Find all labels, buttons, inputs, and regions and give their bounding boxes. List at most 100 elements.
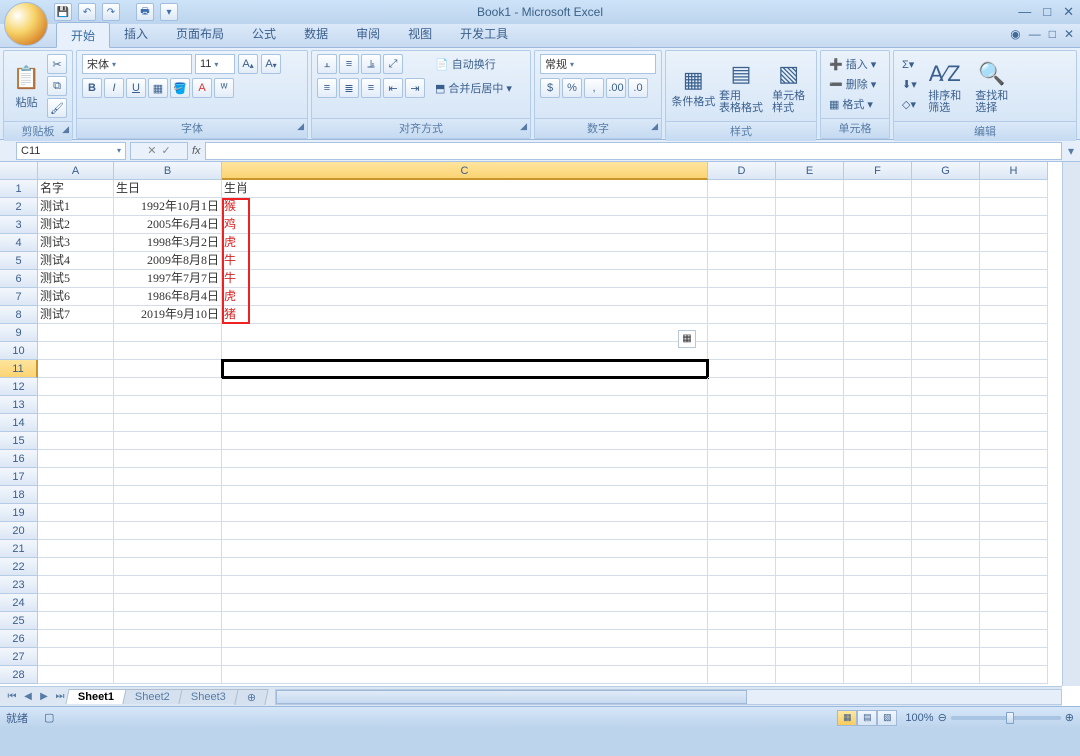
cell-F19[interactable] xyxy=(844,504,912,522)
cell-G15[interactable] xyxy=(912,432,980,450)
formula-input[interactable] xyxy=(205,142,1062,160)
qat-more-icon[interactable]: ▾ xyxy=(160,3,178,21)
cell-A8[interactable]: 测试7 xyxy=(38,306,114,324)
row-header-9[interactable]: 9 xyxy=(0,324,38,342)
cut-button[interactable]: ✂ xyxy=(47,54,67,74)
cell-C25[interactable] xyxy=(222,612,708,630)
cell-area[interactable]: 名字生日生肖测试11992年10月1日猴测试22005年6月4日鸡测试31998… xyxy=(38,180,1062,686)
cell-A25[interactable] xyxy=(38,612,114,630)
smart-tag-icon[interactable]: ▦ xyxy=(678,330,696,348)
row-header-21[interactable]: 21 xyxy=(0,540,38,558)
launcher-icon[interactable]: ◢ xyxy=(62,124,69,135)
cell-E20[interactable] xyxy=(776,522,844,540)
cell-A28[interactable] xyxy=(38,666,114,684)
col-header-H[interactable]: H xyxy=(980,162,1048,180)
cell-C11[interactable] xyxy=(222,360,708,378)
align-middle-button[interactable]: ≡ xyxy=(339,54,359,74)
row-header-8[interactable]: 8 xyxy=(0,306,38,324)
cell-D20[interactable] xyxy=(708,522,776,540)
cell-B2[interactable]: 1992年10月1日 xyxy=(114,198,222,216)
cell-G7[interactable] xyxy=(912,288,980,306)
format-cells-button[interactable]: ▦格式▾ xyxy=(826,94,876,114)
increase-font-button[interactable]: A▴ xyxy=(238,54,258,74)
cell-C23[interactable] xyxy=(222,576,708,594)
cell-D5[interactable] xyxy=(708,252,776,270)
phonetic-button[interactable]: ᵂ xyxy=(214,78,234,98)
cell-B11[interactable] xyxy=(114,360,222,378)
cell-B21[interactable] xyxy=(114,540,222,558)
cell-A10[interactable] xyxy=(38,342,114,360)
col-header-D[interactable]: D xyxy=(708,162,776,180)
cell-F18[interactable] xyxy=(844,486,912,504)
cell-H28[interactable] xyxy=(980,666,1048,684)
cell-C19[interactable] xyxy=(222,504,708,522)
cell-B15[interactable] xyxy=(114,432,222,450)
cell-C17[interactable] xyxy=(222,468,708,486)
cell-A11[interactable] xyxy=(38,360,114,378)
cell-E12[interactable] xyxy=(776,378,844,396)
format-painter-button[interactable]: 🖌 xyxy=(47,98,67,118)
launcher-icon[interactable]: ◢ xyxy=(297,121,304,132)
row-header-4[interactable]: 4 xyxy=(0,234,38,252)
cell-E7[interactable] xyxy=(776,288,844,306)
cell-C7[interactable]: 虎 xyxy=(222,288,708,306)
cell-H27[interactable] xyxy=(980,648,1048,666)
cell-D16[interactable] xyxy=(708,450,776,468)
cell-F9[interactable] xyxy=(844,324,912,342)
font-color-button[interactable]: A xyxy=(192,78,212,98)
cell-E16[interactable] xyxy=(776,450,844,468)
cell-D6[interactable] xyxy=(708,270,776,288)
cell-B5[interactable]: 2009年8月8日 xyxy=(114,252,222,270)
cell-H14[interactable] xyxy=(980,414,1048,432)
cell-B14[interactable] xyxy=(114,414,222,432)
cell-E13[interactable] xyxy=(776,396,844,414)
cell-D13[interactable] xyxy=(708,396,776,414)
autosum-button[interactable]: Σ▾ xyxy=(899,54,920,74)
cell-H11[interactable] xyxy=(980,360,1048,378)
cell-H7[interactable] xyxy=(980,288,1048,306)
cell-D17[interactable] xyxy=(708,468,776,486)
spreadsheet-grid[interactable]: ABCDEFGH 1234567891011121314151617181920… xyxy=(0,162,1080,706)
row-header-27[interactable]: 27 xyxy=(0,648,38,666)
cell-H4[interactable] xyxy=(980,234,1048,252)
row-header-26[interactable]: 26 xyxy=(0,630,38,648)
cell-E9[interactable] xyxy=(776,324,844,342)
cell-C24[interactable] xyxy=(222,594,708,612)
cell-H2[interactable] xyxy=(980,198,1048,216)
cell-B25[interactable] xyxy=(114,612,222,630)
cell-A5[interactable]: 测试4 xyxy=(38,252,114,270)
cell-G21[interactable] xyxy=(912,540,980,558)
cell-B18[interactable] xyxy=(114,486,222,504)
cell-G8[interactable] xyxy=(912,306,980,324)
find-select-button[interactable]: 🔍 查找和 选择 xyxy=(970,54,1014,118)
cell-C26[interactable] xyxy=(222,630,708,648)
cell-F21[interactable] xyxy=(844,540,912,558)
cell-D2[interactable] xyxy=(708,198,776,216)
cell-A22[interactable] xyxy=(38,558,114,576)
cell-C18[interactable] xyxy=(222,486,708,504)
cell-E15[interactable] xyxy=(776,432,844,450)
view-break-button[interactable]: ▧ xyxy=(877,710,897,726)
row-header-7[interactable]: 7 xyxy=(0,288,38,306)
cell-G10[interactable] xyxy=(912,342,980,360)
cell-D25[interactable] xyxy=(708,612,776,630)
cell-A19[interactable] xyxy=(38,504,114,522)
cell-A13[interactable] xyxy=(38,396,114,414)
view-layout-button[interactable]: ▤ xyxy=(857,710,877,726)
formula-expand-icon[interactable]: ▾ xyxy=(1062,144,1080,158)
clear-button[interactable]: ◇▾ xyxy=(899,94,920,114)
ribbon-restore-icon[interactable]: □ xyxy=(1049,27,1056,41)
cell-D14[interactable] xyxy=(708,414,776,432)
cell-F16[interactable] xyxy=(844,450,912,468)
cell-B16[interactable] xyxy=(114,450,222,468)
sheet-nav-prev[interactable]: ◀ xyxy=(20,691,36,702)
fx-icon[interactable]: fx xyxy=(192,145,201,157)
cell-F15[interactable] xyxy=(844,432,912,450)
cell-G11[interactable] xyxy=(912,360,980,378)
cell-G28[interactable] xyxy=(912,666,980,684)
cell-E22[interactable] xyxy=(776,558,844,576)
cell-E25[interactable] xyxy=(776,612,844,630)
cell-A12[interactable] xyxy=(38,378,114,396)
cell-D1[interactable] xyxy=(708,180,776,198)
cell-A26[interactable] xyxy=(38,630,114,648)
